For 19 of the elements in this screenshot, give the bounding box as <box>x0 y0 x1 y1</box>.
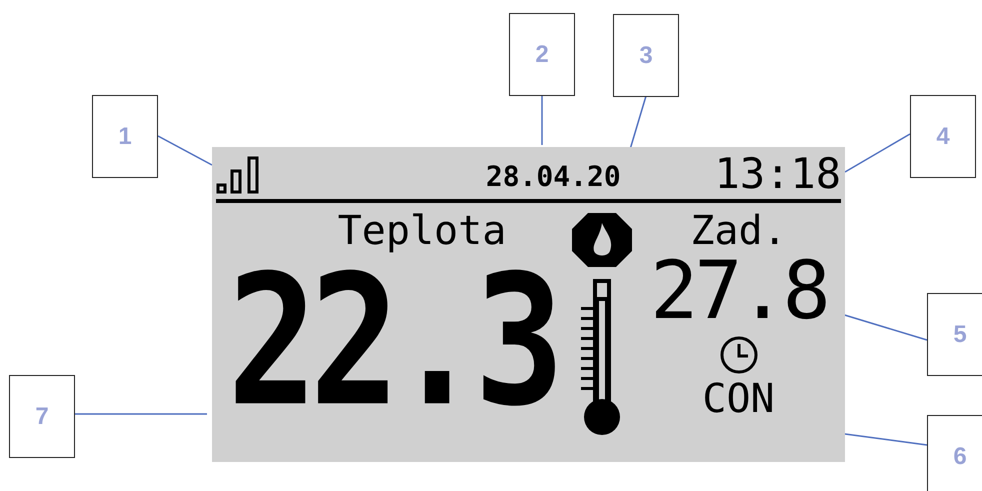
callout-label: 2 <box>509 13 575 96</box>
callout-label: 6 <box>927 415 982 491</box>
leader-line <box>844 133 910 173</box>
setpoint-temperature: 27.8 <box>650 251 827 331</box>
callout-label: 5 <box>927 293 982 376</box>
flame-icon <box>570 211 634 269</box>
callout-label: 3 <box>613 14 679 97</box>
date: 28.04.20 <box>486 163 621 191</box>
clock-icon <box>718 335 758 375</box>
callout-label: 4 <box>910 95 976 178</box>
callout-label: 7 <box>9 375 75 458</box>
leader-line <box>541 95 543 145</box>
time: 13:18 <box>714 153 841 195</box>
current-temperature: 22.3 <box>227 252 557 432</box>
leader-line <box>158 135 212 166</box>
temperature-label: Teplota <box>338 211 506 251</box>
setpoint-label: Zad. <box>690 211 787 251</box>
mode-indicator: CON <box>702 379 775 419</box>
callout-label: 1 <box>92 95 158 178</box>
